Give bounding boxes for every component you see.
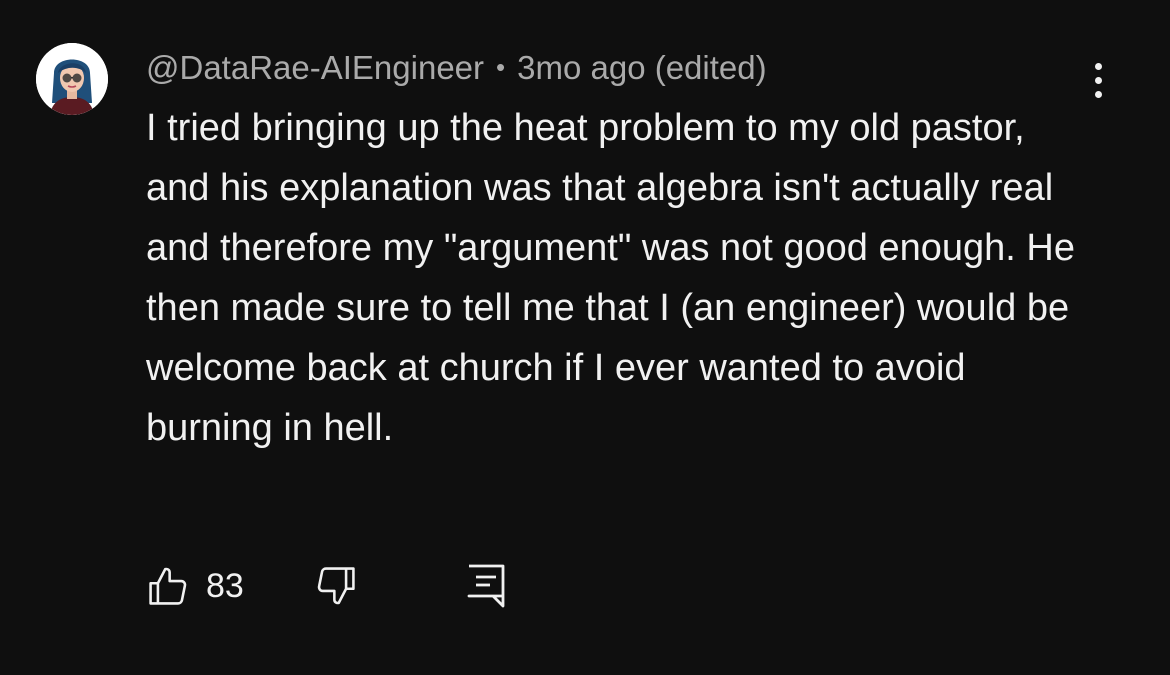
comment-thread-item: @DataRae-AIEngineer • 3mo ago (edited) I t… [0,0,1170,675]
more-actions-button[interactable] [1078,56,1118,104]
comment-text: I tried bringing up the heat problem to … [146,107,1075,449]
reply-button[interactable] [466,563,506,609]
timestamp[interactable]: 3mo ago (edited) [517,49,766,86]
vertical-ellipsis-icon-dot [1094,90,1102,98]
vertical-ellipsis-icon-dot [1094,76,1102,84]
avatar[interactable] [36,43,108,115]
avatar-image [36,43,108,115]
meta-separator: • [496,52,506,82]
vertical-ellipsis-icon [1094,62,1102,70]
comment-header: @DataRae-AIEngineer • 3mo ago (edited) [146,46,767,89]
like-button[interactable]: 83 [146,563,244,609]
reply-comment-icon [467,564,505,608]
dislike-button[interactable] [314,563,358,609]
thumbs-down-icon [317,567,355,605]
thumbs-up-icon [149,567,187,605]
like-count: 83 [206,566,244,605]
author-name[interactable]: @DataRae-AIEngineer [146,49,484,86]
